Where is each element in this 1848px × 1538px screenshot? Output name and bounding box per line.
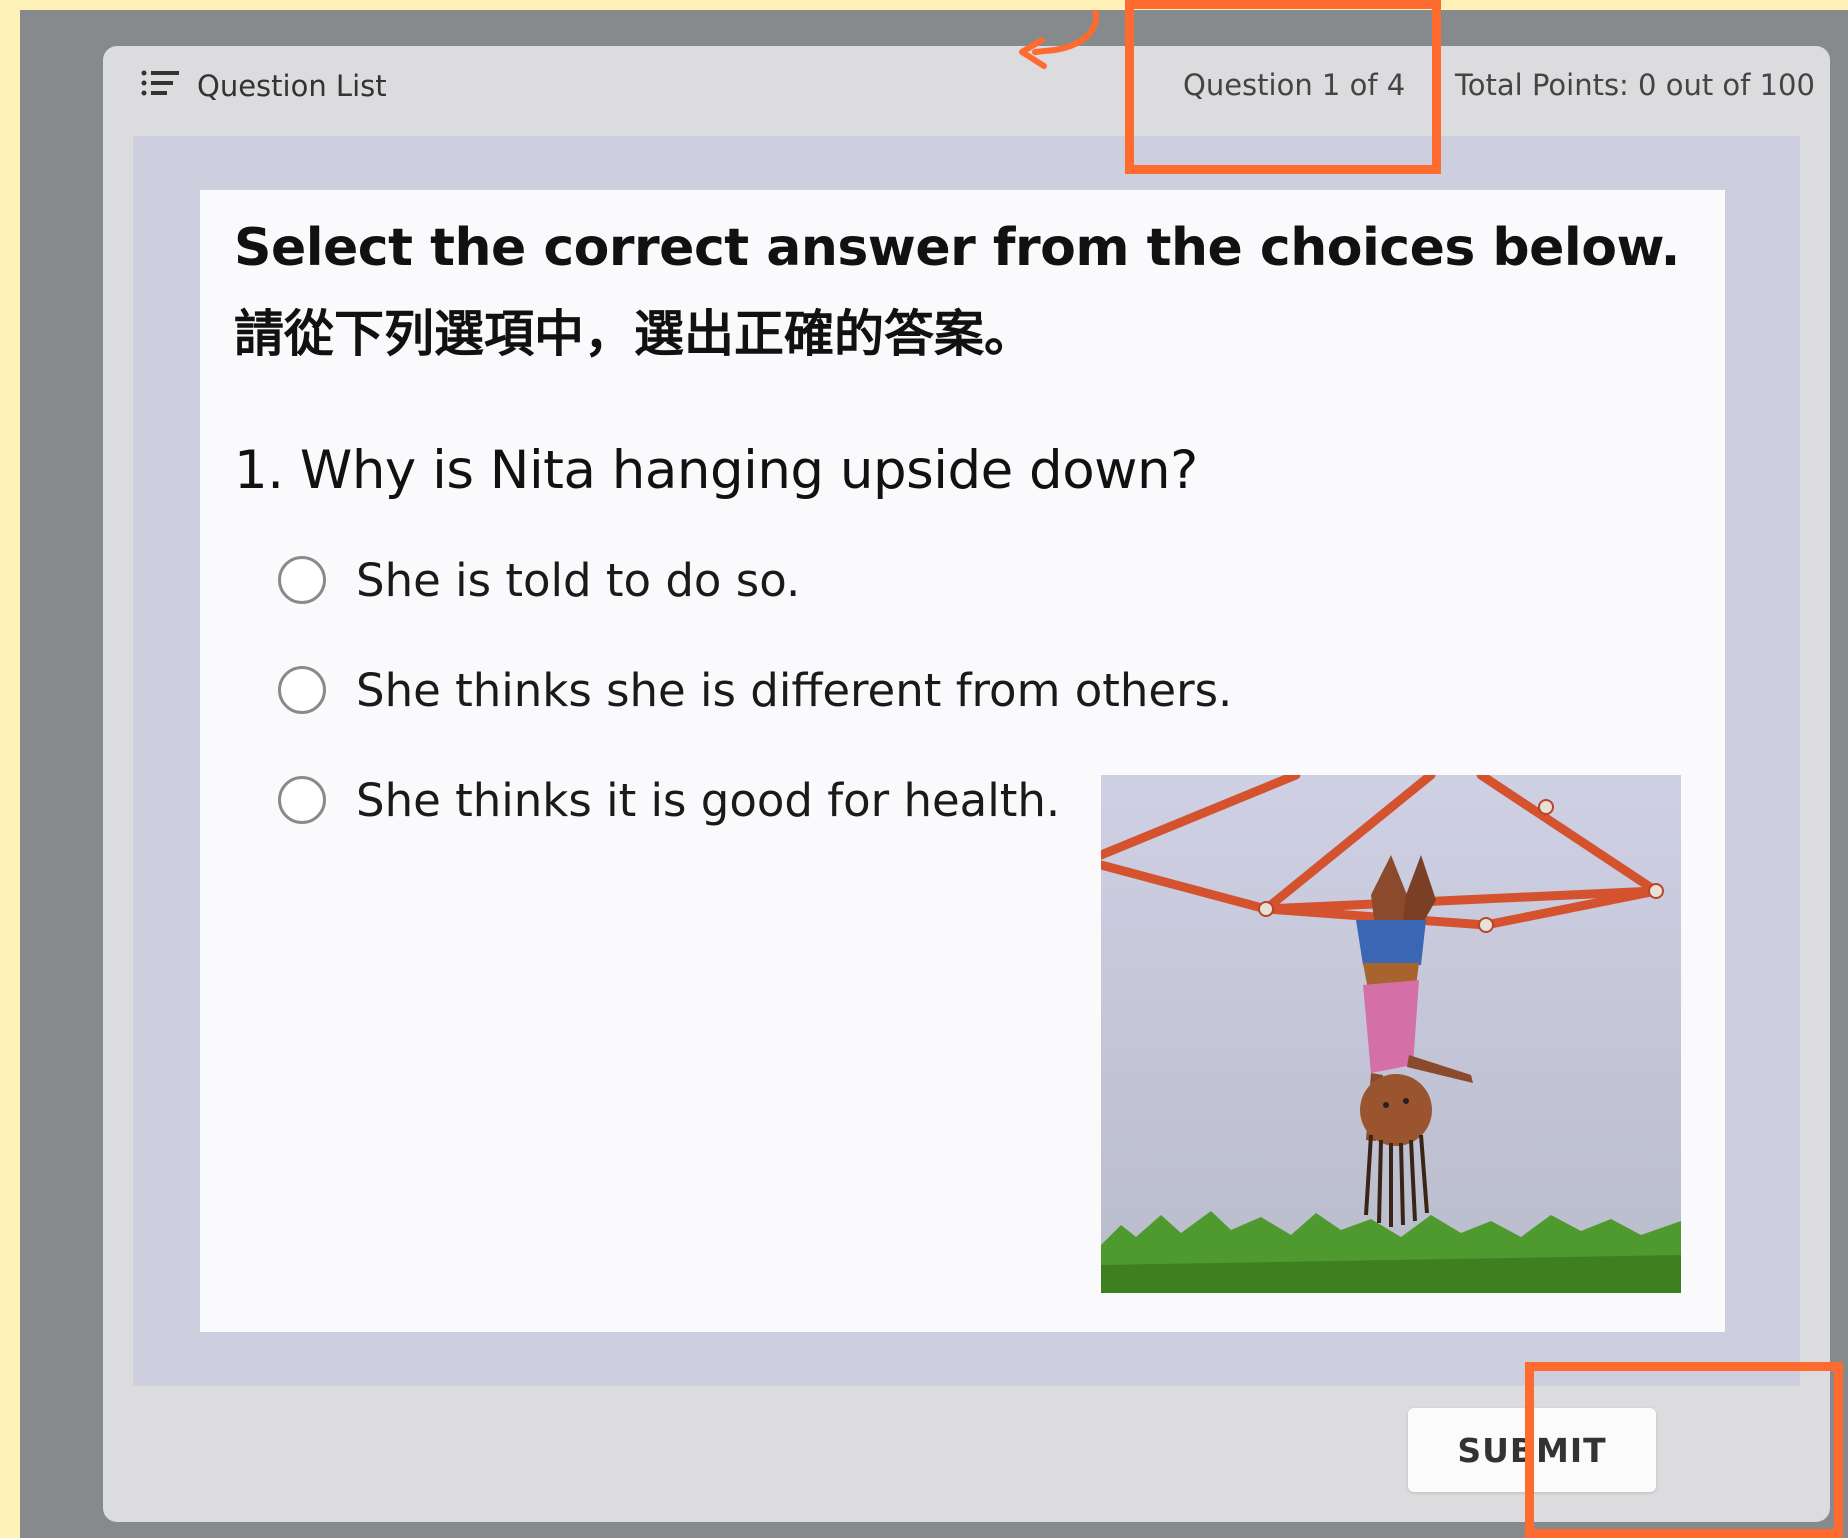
question-list-button[interactable]: Question List	[141, 66, 387, 106]
arrow-annotation-icon	[1019, 10, 1099, 69]
answer-choice[interactable]: She is told to do so.	[278, 550, 1232, 610]
quiz-header: Question List Question 1 of 4 Total Poin…	[103, 46, 1830, 136]
submit-area: SUBMIT	[1408, 1408, 1656, 1492]
choice-label: She thinks it is good for health.	[356, 773, 1061, 827]
quiz-card: Question List Question 1 of 4 Total Poin…	[103, 46, 1830, 1522]
instruction-english: Select the correct answer from the choic…	[234, 218, 1680, 278]
total-points: Total Points: 0 out of 100	[1455, 68, 1815, 102]
answer-choices: She is told to do so. She thinks she is …	[278, 550, 1232, 880]
answer-choice[interactable]: She thinks she is different from others.	[278, 660, 1232, 720]
choice-label: She is told to do so.	[356, 553, 801, 607]
question-counter: Question 1 of 4	[1183, 68, 1406, 102]
radio-button[interactable]	[278, 666, 326, 714]
instruction-chinese: 請從下列選項中，選出正確的答案。	[234, 305, 1034, 363]
question-text: 1. Why is Nita hanging upside down?	[234, 440, 1198, 501]
question-panel: Select the correct answer from the choic…	[200, 190, 1725, 1332]
list-icon	[141, 69, 179, 104]
story-illustration	[1101, 775, 1681, 1293]
choice-label: She thinks she is different from others.	[356, 663, 1233, 717]
submit-button[interactable]: SUBMIT	[1408, 1408, 1656, 1492]
answer-choice[interactable]: She thinks it is good for health.	[278, 770, 1232, 830]
radio-button[interactable]	[278, 556, 326, 604]
question-stage: Select the correct answer from the choic…	[133, 136, 1800, 1386]
app-frame: Question List Question 1 of 4 Total Poin…	[20, 0, 1848, 1538]
radio-button[interactable]	[278, 776, 326, 824]
question-list-label: Question List	[197, 69, 387, 103]
